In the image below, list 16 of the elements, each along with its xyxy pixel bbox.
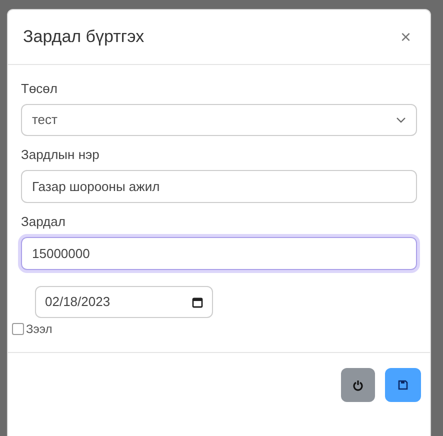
close-button[interactable]: ×: [396, 24, 415, 50]
input-field[interactable]: 15000000: [21, 237, 417, 270]
date-field[interactable]: 02/18/2023: [35, 286, 213, 318]
input-field[interactable]: Газар шорооны ажил: [21, 170, 417, 203]
save-button[interactable]: [385, 368, 421, 402]
checkbox[interactable]: [12, 323, 24, 335]
chevron-down-icon: [396, 117, 406, 123]
checkbox-label: Зээл: [26, 321, 52, 338]
field-label: Зардлын нэр: [21, 147, 100, 163]
calendar-icon: [192, 296, 203, 308]
power-icon: [353, 380, 363, 390]
field-label: Төсөл: [21, 81, 58, 97]
select-field[interactable]: тест: [21, 104, 417, 136]
power-button[interactable]: [341, 368, 375, 402]
modal-title: Зардал бүртгэх: [23, 26, 144, 48]
field-label: Зардал: [21, 214, 66, 230]
